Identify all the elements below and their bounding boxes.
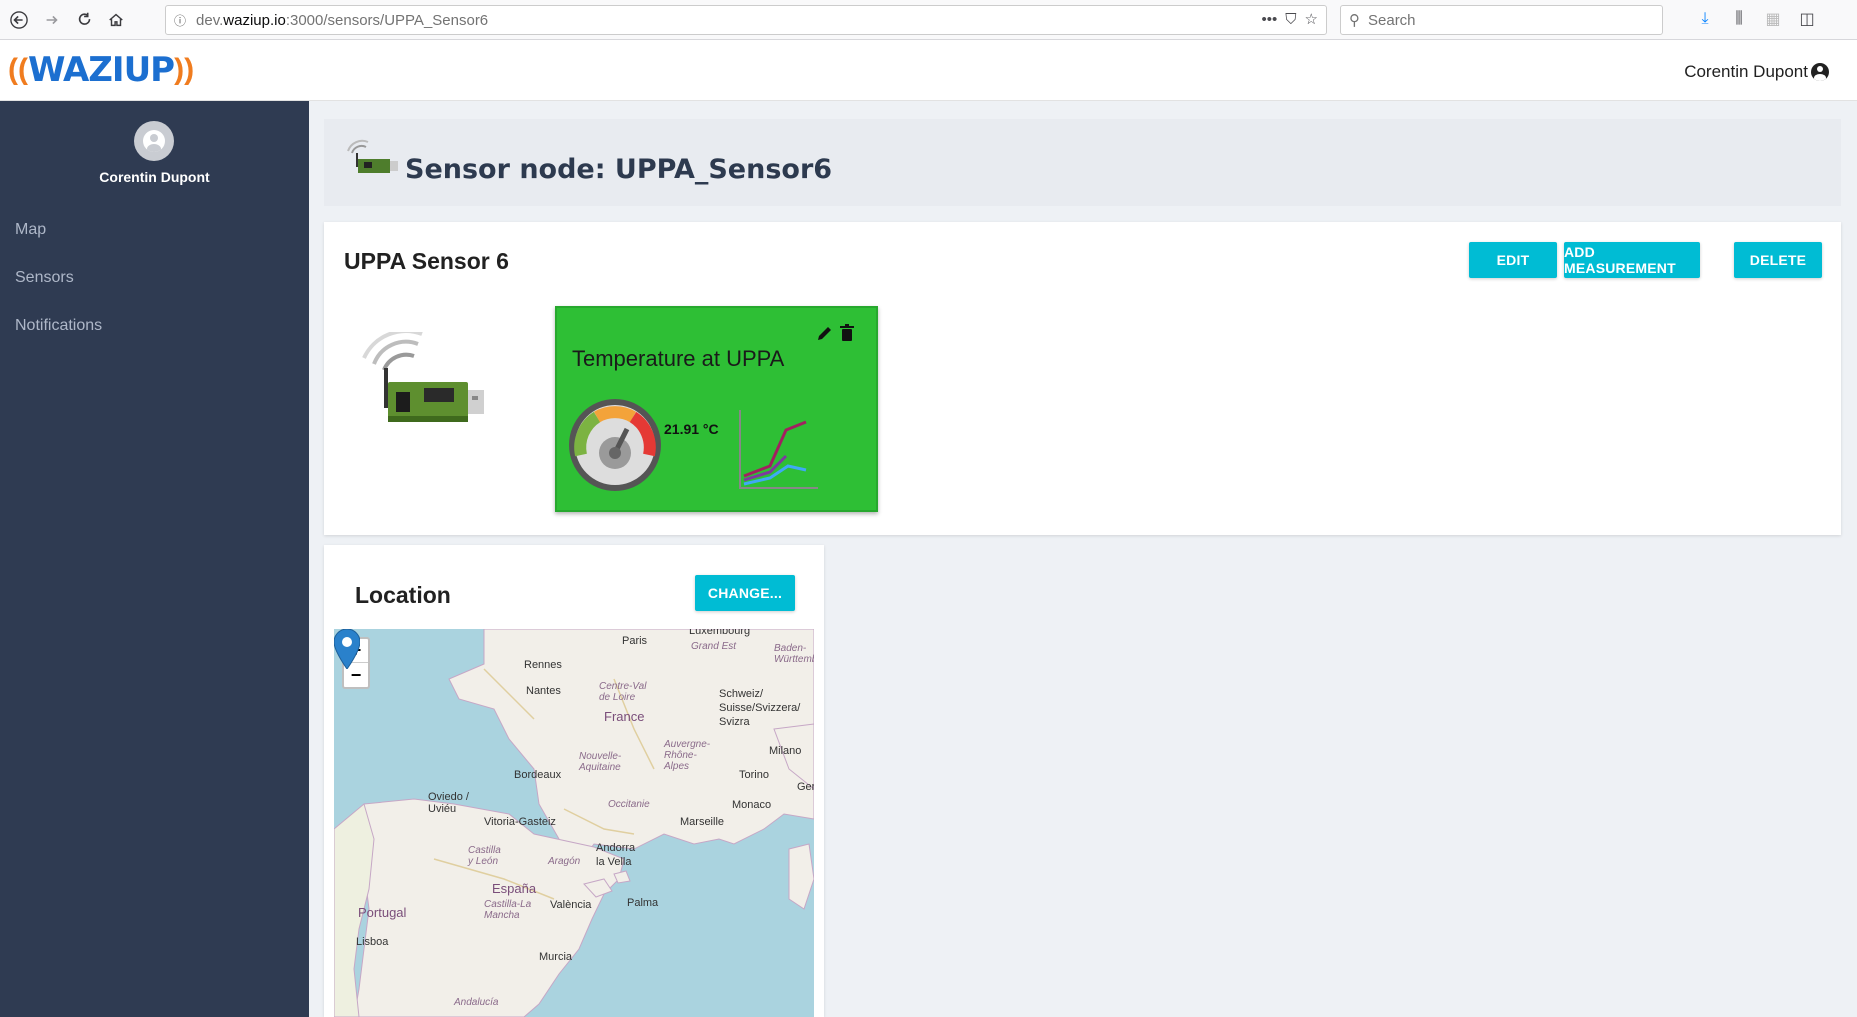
url-path: :3000/sensors/UPPA_Sensor6	[285, 11, 489, 29]
reload-icon	[78, 12, 91, 25]
sidebar-item-sensors[interactable]: Sensors	[15, 269, 74, 287]
map-label-centre: Centre-Val de Loire	[599, 681, 647, 703]
map-label-baden: Baden-Württemberg	[774, 643, 814, 665]
home-button[interactable]	[101, 5, 131, 35]
map-label-espana: España	[492, 881, 537, 896]
account-circle-icon	[1811, 63, 1829, 81]
sidebar-user-name: Corentin Dupont	[99, 169, 210, 185]
sidebar-item-map[interactable]: Map	[15, 221, 46, 239]
map-label-castilla-leon: Castilla y León	[468, 845, 501, 867]
change-location-button[interactable]: CHANGE...	[695, 575, 795, 611]
map-label-luxembourg: Luxembourg	[689, 629, 751, 637]
page-title: Sensor node: UPPA_Sensor6	[405, 154, 833, 185]
map-label-occitanie: Occitanie	[608, 799, 650, 810]
map-label-nantes: Nantes	[526, 685, 561, 697]
map-label-valencia: València	[550, 899, 592, 911]
browser-toolbar: ⓘ dev. waziup.io:3000/sensors/UPPA_Sensor…	[0, 0, 1857, 40]
user-menu[interactable]: Corentin Dupont	[1684, 62, 1829, 82]
signal-right-icon: ))	[174, 53, 195, 86]
map-label-rennes: Rennes	[524, 659, 562, 671]
bookmark-star-icon[interactable]: ☆	[1305, 10, 1318, 28]
sensor-card: UPPA Sensor 6 EDIT ADD MEASUREMENT DELET…	[324, 222, 1841, 535]
map-label-andorra: Andorra la Vella	[596, 842, 636, 868]
more-actions-icon[interactable]: •••	[1262, 11, 1278, 28]
user-icon	[143, 130, 165, 152]
app-header: (( WAZIUP )) Corentin Dupont	[0, 40, 1857, 101]
signal-left-icon: ((	[8, 53, 28, 86]
page-header: Sensor node: UPPA_Sensor6	[324, 119, 1841, 206]
back-button[interactable]	[4, 5, 34, 35]
reload-button[interactable]	[70, 5, 100, 35]
forward-button[interactable]	[37, 5, 67, 35]
map-label-paris: Paris	[622, 635, 648, 647]
measurement-name: Temperature at UPPA	[572, 346, 785, 371]
map-label-monaco: Monaco	[732, 799, 772, 811]
gauge-icon	[569, 399, 661, 491]
sidebar: Corentin Dupont Map Sensors Notification…	[0, 101, 309, 1017]
site-info-icon[interactable]: ⓘ	[174, 12, 186, 29]
map-label-palma: Palma	[627, 897, 659, 909]
home-icon	[109, 13, 123, 27]
location-card: Location CHANGE... + − Paris Luxembourg …	[324, 545, 824, 1017]
logo-text: WAZIUP	[27, 50, 175, 90]
map-label-grand-est: Grand Est	[691, 641, 737, 652]
map-label-bordeaux: Bordeaux	[514, 769, 562, 781]
sensor-node-icon	[347, 139, 398, 173]
back-arrow-icon	[10, 11, 28, 29]
map-label-torino: Torino	[739, 769, 769, 781]
edit-pencil-icon[interactable]	[815, 323, 835, 343]
location-marker-icon[interactable]	[334, 629, 360, 669]
download-icon[interactable]: ⤓	[1695, 8, 1715, 30]
user-name: Corentin Dupont	[1684, 62, 1808, 81]
map-label-nouvelle: Nouvelle-Aquitaine	[579, 751, 622, 773]
address-bar[interactable]: ⓘ dev. waziup.io:3000/sensors/UPPA_Sensor…	[165, 5, 1327, 35]
location-map[interactable]: + − Paris Luxembourg Grand Est Baden-Wür…	[334, 629, 814, 1017]
trend-chart-icon	[739, 410, 818, 489]
map-label-portugal: Portugal	[358, 905, 407, 920]
delete-button[interactable]: DELETE	[1734, 242, 1822, 278]
trash-icon[interactable]	[837, 323, 857, 343]
screenshot-icon[interactable]: ▦	[1763, 8, 1783, 30]
sidebar-item-notifications[interactable]: Notifications	[15, 317, 102, 335]
pocket-icon[interactable]: ⛉	[1285, 11, 1296, 28]
add-measurement-button[interactable]: ADD MEASUREMENT	[1564, 242, 1700, 278]
map-label-andalucia: Andalucía	[454, 997, 499, 1008]
library-icon[interactable]: ⫼	[1729, 8, 1749, 30]
sensor-name: UPPA Sensor 6	[344, 248, 509, 274]
map-label-france: France	[604, 709, 645, 724]
url-host: waziup.io	[223, 11, 286, 29]
browser-search-input[interactable]: ⚲ Search	[1340, 5, 1663, 35]
sensor-board-icon	[362, 332, 484, 422]
map-label-murcia: Murcia	[539, 951, 573, 963]
map-label-vitoria: Vitoria-Gasteiz	[484, 816, 556, 828]
map-label-oviedo: Oviedo / Uviéu	[428, 791, 469, 815]
avatar	[134, 121, 174, 161]
waziup-logo[interactable]: (( WAZIUP ))	[8, 48, 194, 92]
sidebar-toggle-icon[interactable]: ◫	[1797, 8, 1817, 30]
map-label-genova: Genc	[797, 781, 814, 793]
map-label-marseille: Marseille	[680, 816, 725, 828]
location-title: Location	[355, 582, 451, 608]
map-label-aragon: Aragón	[548, 856, 581, 867]
edit-button[interactable]: EDIT	[1469, 242, 1557, 278]
measurement-value: 21.91 °C	[664, 421, 719, 437]
map-label-lisboa: Lisboa	[356, 936, 389, 948]
map-label-schweiz: Schweiz/ Suisse/Svizzera/ Svizra	[719, 688, 801, 728]
forward-arrow-icon	[46, 15, 58, 25]
url-prefix: dev.	[196, 11, 224, 29]
map-label-auvergne: Auvergne-Rhône-Alpes	[664, 739, 711, 772]
search-icon: ⚲	[1349, 12, 1360, 29]
search-placeholder: Search	[1368, 11, 1416, 29]
map-label-milano: Milano	[769, 745, 802, 757]
map-label-castilla-mancha: Castilla-La Mancha	[484, 899, 532, 921]
measurement-card[interactable]: Temperature at UPPA 21.91 °C	[555, 306, 878, 512]
